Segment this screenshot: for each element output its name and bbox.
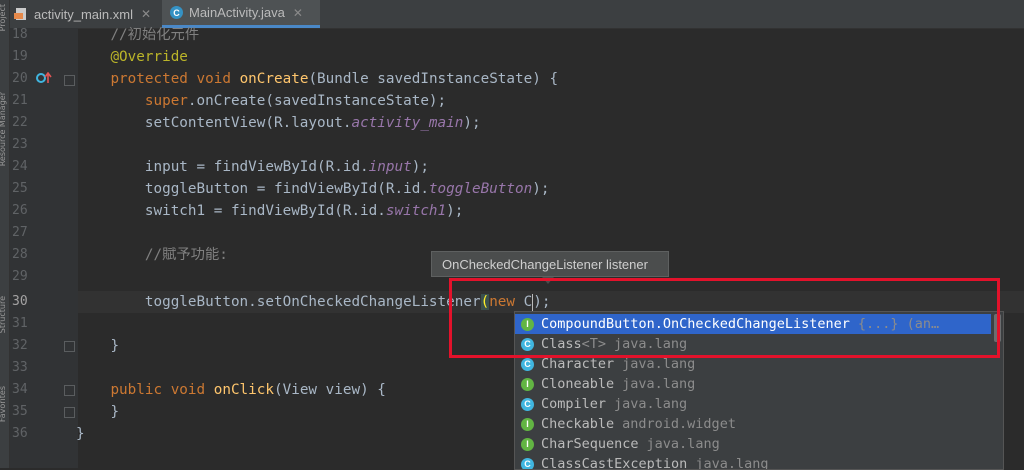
close-icon[interactable]: ✕	[293, 6, 303, 20]
field-ref: switch1	[386, 203, 446, 219]
completion-name: Checkable	[541, 416, 614, 432]
highlight-annotation-box	[449, 278, 1000, 358]
class-icon: C	[521, 358, 534, 371]
tab-label: activity_main.xml	[34, 7, 133, 22]
completion-item[interactable]: I CharSequence java.lang	[515, 434, 991, 454]
line-number: 33	[12, 357, 32, 379]
fold-marker-icon[interactable]	[64, 385, 75, 396]
completion-item[interactable]: I Checkable android.widget	[515, 414, 991, 434]
interface-icon: I	[521, 438, 534, 451]
project-tool-tab[interactable]: Project	[0, 4, 8, 31]
line-number: 29	[12, 266, 32, 288]
line-number: 34	[12, 379, 32, 401]
fold-marker-icon[interactable]	[64, 407, 75, 418]
code-line-36[interactable]: }	[76, 423, 85, 445]
code-line-25[interactable]: toggleButton = findViewById(R.id.toggleB…	[76, 178, 549, 200]
tab-label: MainActivity.java	[189, 5, 285, 20]
completion-detail: java.lang	[647, 436, 720, 452]
code-text: setContentView(R.layout.	[145, 115, 352, 131]
tool-window-strip: Project Resource Manager Structure Favor…	[0, 0, 10, 468]
completion-name: Compiler	[541, 396, 606, 412]
code-text: }	[76, 426, 85, 442]
code-text: switch1 = findViewById(R.id.	[145, 203, 386, 219]
line-number: 28	[12, 244, 32, 266]
class-c-icon: C	[170, 6, 183, 19]
field-ref: input	[369, 159, 412, 175]
line-number: 27	[12, 222, 32, 244]
line-number: 20	[12, 68, 32, 90]
code-text: toggleButton.setOnCheckedChangeListener	[145, 294, 481, 310]
field-ref: toggleButton	[429, 181, 532, 197]
line-number: 31	[12, 313, 32, 335]
annotation: @Override	[110, 49, 187, 65]
method-name: onClick	[214, 382, 274, 398]
method-name: onCreate	[240, 71, 309, 87]
code-line-35[interactable]: }	[76, 401, 119, 423]
code-line-34[interactable]: public void onClick(View view) {	[76, 379, 386, 401]
code-text: toggleButton = findViewById(R.id.	[145, 181, 429, 197]
completion-item[interactable]: C Compiler java.lang	[515, 394, 991, 414]
completion-detail: java.lang	[614, 396, 687, 412]
line-number: 19	[12, 46, 32, 68]
comment: //初始化元件	[110, 27, 199, 43]
code-line-24[interactable]: input = findViewById(R.id.input);	[76, 156, 429, 178]
interface-icon: I	[521, 378, 534, 391]
code-text: }	[110, 338, 119, 354]
completion-detail: java.lang	[622, 376, 695, 392]
keyword: super	[145, 93, 188, 109]
field-ref: activity_main	[351, 115, 463, 131]
fold-marker-icon[interactable]	[64, 341, 75, 352]
code-line-28[interactable]: //賦予功能:	[76, 244, 228, 266]
tooltip-text: OnCheckedChangeListener listener	[442, 257, 648, 272]
code-line-32[interactable]: }	[76, 335, 119, 357]
completion-detail: java.lang	[622, 356, 695, 372]
code-text: );	[463, 115, 480, 131]
code-text: .onCreate(savedInstanceState);	[188, 93, 446, 109]
line-number: 25	[12, 178, 32, 200]
line-number: 22	[12, 112, 32, 134]
line-number: 30	[12, 291, 32, 313]
code-line-21[interactable]: super.onCreate(savedInstanceState);	[76, 90, 446, 112]
xml-file-icon	[14, 7, 28, 21]
line-number: 36	[12, 423, 32, 445]
code-line-22[interactable]: setContentView(R.layout.activity_main);	[76, 112, 481, 134]
completion-item[interactable]: I Cloneable java.lang	[515, 374, 991, 394]
close-icon[interactable]: ✕	[141, 7, 151, 21]
class-icon: C	[521, 458, 534, 470]
comment: //賦予功能:	[145, 247, 228, 263]
keyword: public void	[110, 382, 213, 398]
interface-icon: I	[521, 418, 534, 431]
completion-detail: android.widget	[622, 416, 736, 432]
completion-name: CharSequence	[541, 436, 639, 452]
line-number: 24	[12, 156, 32, 178]
favorites-tool-tab[interactable]: Favorites	[0, 386, 8, 422]
code-text: (Bundle savedInstanceState) {	[308, 71, 558, 87]
resource-manager-tool-tab[interactable]: Resource Manager	[0, 92, 8, 166]
code-text: (View view) {	[274, 382, 386, 398]
code-text: );	[532, 181, 549, 197]
override-marker-icon[interactable]	[36, 72, 52, 84]
code-line-18[interactable]: //初始化元件	[76, 24, 199, 46]
code-text: input = findViewById(R.id.	[145, 159, 369, 175]
completion-name: Cloneable	[541, 376, 614, 392]
code-line-20[interactable]: protected void onCreate(Bundle savedInst…	[76, 68, 558, 90]
code-line-19[interactable]: @Override	[76, 46, 188, 68]
parameter-info-tooltip: OnCheckedChangeListener listener	[431, 251, 669, 277]
line-number: 18	[12, 24, 32, 46]
code-text: );	[412, 159, 429, 175]
code-line-26[interactable]: switch1 = findViewById(R.id.switch1);	[76, 200, 463, 222]
structure-tool-tab[interactable]: Structure	[0, 296, 8, 333]
class-icon: C	[521, 398, 534, 411]
line-number: 32	[12, 335, 32, 357]
line-number: 26	[12, 200, 32, 222]
line-number: 23	[12, 134, 32, 156]
line-number: 21	[12, 90, 32, 112]
fold-marker-icon[interactable]	[64, 75, 75, 86]
completion-name: Character	[541, 356, 614, 372]
keyword: protected void	[110, 71, 239, 87]
line-number: 35	[12, 401, 32, 423]
code-text: }	[110, 404, 119, 420]
code-text: );	[446, 203, 463, 219]
